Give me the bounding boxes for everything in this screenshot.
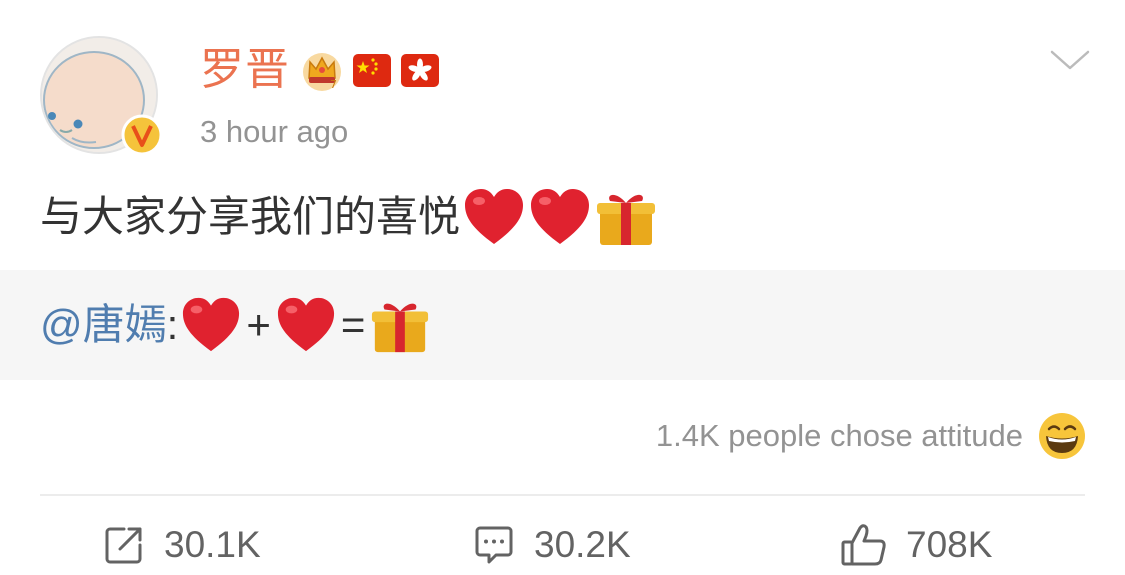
post-text: 与大家分享我们的喜悦 xyxy=(40,182,658,252)
equals-sign: = xyxy=(340,301,366,348)
like-count: 708K xyxy=(906,524,993,565)
red-heart-icon xyxy=(531,189,590,244)
timestamp: 3 hour ago xyxy=(200,114,349,149)
verified-v-icon xyxy=(121,114,163,156)
plus-sign: + xyxy=(246,301,271,348)
comment-count: 30.2K xyxy=(534,524,631,565)
thumbs-up-icon xyxy=(841,524,886,566)
attitude-summary[interactable]: 1.4K people chose attitude xyxy=(656,408,1087,464)
divider xyxy=(40,494,1085,496)
retweet-quote[interactable]: @唐嫣 : + = xyxy=(0,270,1125,380)
comment-icon xyxy=(475,526,513,564)
post-text-content: 与大家分享我们的喜悦 xyxy=(40,193,461,240)
username[interactable]: 罗晋 xyxy=(200,44,290,96)
china-flag-icon xyxy=(353,54,391,87)
repost-icon xyxy=(105,527,142,564)
like-button[interactable]: 708K xyxy=(840,520,992,570)
svg-text:7: 7 xyxy=(330,78,337,91)
hong-kong-flag-icon xyxy=(401,54,439,87)
repost-button[interactable]: 30.1K xyxy=(102,520,261,570)
grinning-face-icon xyxy=(1039,413,1085,459)
weibo-post: 罗晋 7 3 hour ago 与大家分享我们的喜悦 @唐嫣: + = 1.4… xyxy=(0,0,1125,575)
comment-button[interactable]: 30.2K xyxy=(472,520,631,570)
gift-icon xyxy=(372,303,429,353)
red-heart-icon xyxy=(465,189,524,244)
red-heart-icon xyxy=(183,297,240,352)
quote-line: @唐嫣 : + = xyxy=(40,290,431,360)
quote-colon: : xyxy=(166,301,179,348)
red-heart-icon xyxy=(277,297,334,352)
attitude-text: 1.4K people chose attitude xyxy=(655,418,1023,453)
username-row: 罗晋 7 xyxy=(200,44,440,96)
action-bar: 30.1K 30.2K 708K xyxy=(0,510,1125,575)
chevron-down-icon[interactable] xyxy=(1048,46,1092,74)
mention-link[interactable]: @唐嫣 xyxy=(40,290,167,360)
crown-badge-icon[interactable]: 7 xyxy=(300,48,344,92)
gift-icon xyxy=(597,194,656,245)
repost-count: 30.1K xyxy=(164,524,261,565)
